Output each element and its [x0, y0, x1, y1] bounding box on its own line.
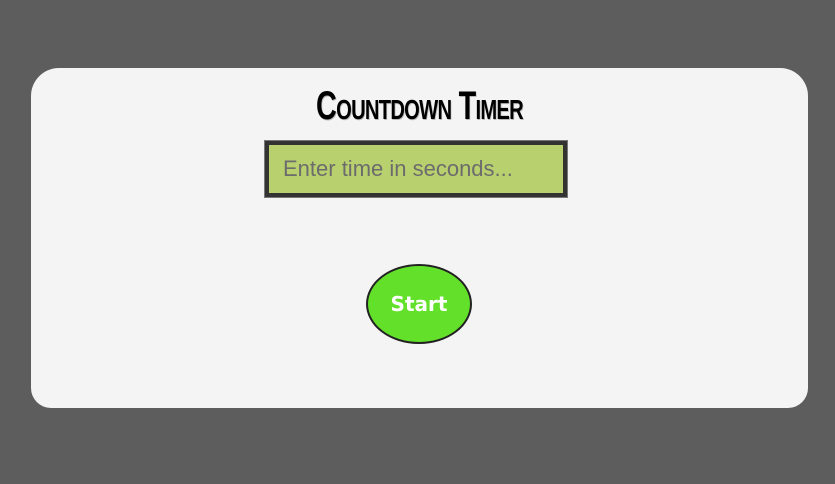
timer-card: Countdown Timer Start [31, 68, 808, 408]
page-title: Countdown Timer [316, 84, 524, 128]
seconds-input[interactable] [264, 140, 568, 198]
start-button[interactable]: Start [366, 264, 472, 344]
